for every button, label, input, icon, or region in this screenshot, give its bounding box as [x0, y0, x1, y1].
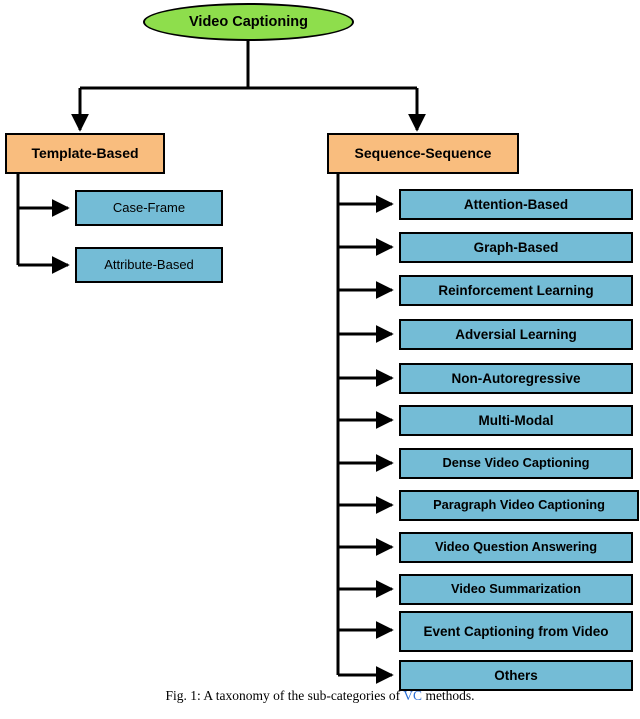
root-node-label: Video Captioning — [189, 13, 308, 30]
leaf-node-video-question-answering[interactable]: Video Question Answering — [399, 532, 633, 563]
leaf-node-label: Video Question Answering — [434, 539, 598, 555]
category-node-label: Template-Based — [31, 144, 139, 161]
leaf-node-graph-based[interactable]: Graph-Based — [399, 232, 633, 263]
category-node-sequence-sequence[interactable]: Sequence-Sequence — [327, 133, 519, 174]
leaf-node-label: Multi-Modal — [478, 412, 554, 428]
leaf-node-label: Graph-Based — [473, 239, 559, 255]
leaf-node-label: Attribute-Based — [104, 256, 194, 272]
caption-suffix: methods. — [422, 688, 475, 703]
category-node-template-based[interactable]: Template-Based — [5, 133, 165, 174]
leaf-node-adversial-learning[interactable]: Adversial Learning — [399, 319, 633, 350]
caption-prefix: Fig. 1: A taxonomy of the sub-categories… — [165, 688, 404, 703]
leaf-node-label: Others — [494, 667, 538, 683]
leaf-node-attribute-based[interactable]: Attribute-Based — [75, 247, 223, 283]
leaf-node-label: Reinforcement Learning — [438, 282, 594, 298]
figure-caption: Fig. 1: A taxonomy of the sub-categories… — [0, 688, 640, 704]
leaf-node-reinforcement-learning[interactable]: Reinforcement Learning — [399, 275, 633, 306]
root-node-video-captioning[interactable]: Video Captioning — [143, 3, 354, 41]
leaf-node-label: Case-Frame — [112, 199, 186, 215]
taxonomy-diagram: Video Captioning Template-Based Sequence… — [0, 0, 640, 719]
leaf-node-attention-based[interactable]: Attention-Based — [399, 189, 633, 220]
leaf-node-multi-modal[interactable]: Multi-Modal — [399, 405, 633, 436]
leaf-node-label: Dense Video Captioning — [442, 455, 590, 471]
leaf-node-non-autoregressive[interactable]: Non-Autoregressive — [399, 363, 633, 394]
leaf-node-label: Event Captioning from Video — [423, 623, 609, 639]
leaf-node-others[interactable]: Others — [399, 660, 633, 691]
caption-link[interactable]: VC — [403, 688, 422, 703]
leaf-node-case-frame[interactable]: Case-Frame — [75, 190, 223, 226]
leaf-node-video-summarization[interactable]: Video Summarization — [399, 574, 633, 605]
leaf-node-event-captioning-from-video[interactable]: Event Captioning from Video — [399, 611, 633, 652]
leaf-node-label: Video Summarization — [451, 581, 581, 597]
leaf-node-label: Paragraph Video Captioning — [433, 497, 605, 513]
leaf-node-label: Non-Autoregressive — [451, 370, 581, 386]
leaf-node-label: Adversial Learning — [455, 326, 577, 342]
leaf-node-label: Attention-Based — [463, 196, 569, 212]
leaf-node-dense-video-captioning[interactable]: Dense Video Captioning — [399, 448, 633, 479]
category-node-label: Sequence-Sequence — [354, 144, 492, 161]
leaf-node-paragraph-video-captioning[interactable]: Paragraph Video Captioning — [399, 490, 639, 521]
